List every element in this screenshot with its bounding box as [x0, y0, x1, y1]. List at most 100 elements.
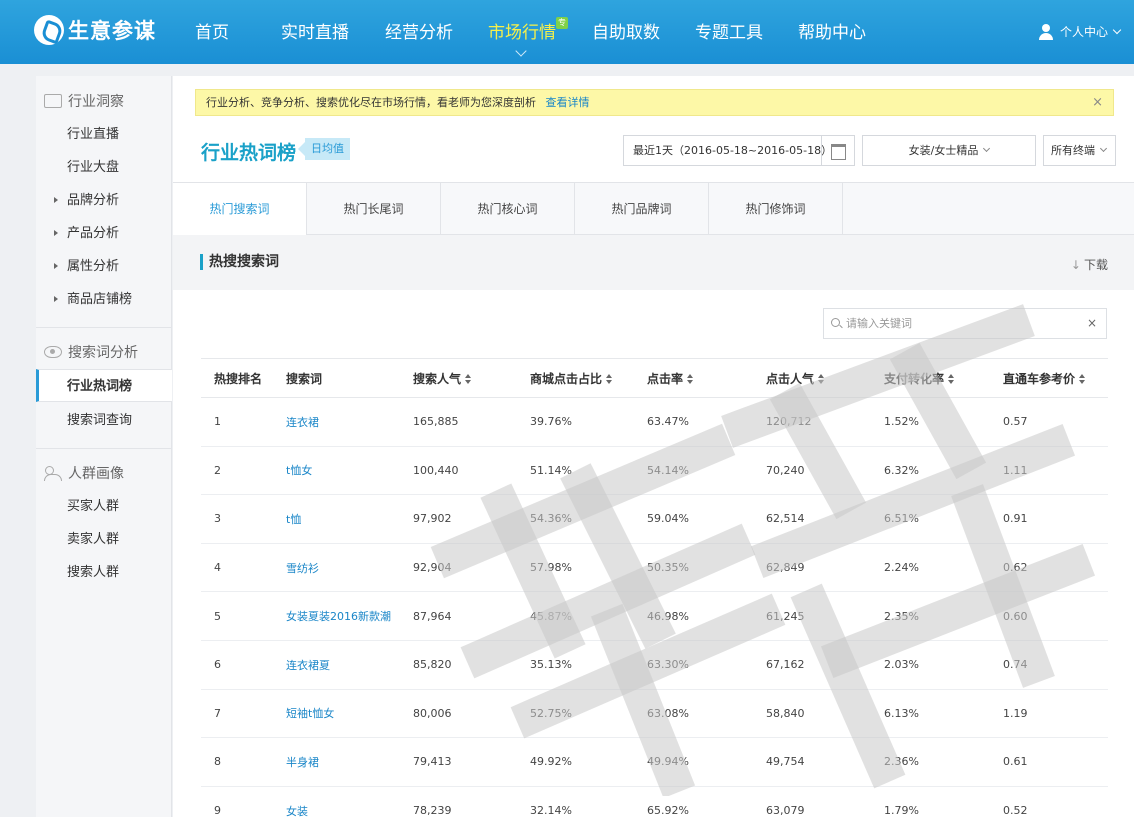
cell-click-rate: 63.30% [647, 640, 766, 690]
cell-ad-price: 0.62 [1003, 543, 1108, 593]
sidebar-item-industry-live[interactable]: 行业直播 [36, 118, 172, 151]
tab-hot-search[interactable]: 热门搜索词 [173, 183, 307, 236]
sidebar-item-product-analysis[interactable]: 产品分析 [36, 217, 172, 250]
terminal-value: 所有终端 [1051, 144, 1095, 157]
nav-item-self-service[interactable]: 自助取数 [592, 0, 660, 64]
tab-core-words[interactable]: 热门核心词 [441, 183, 575, 235]
terminal-select[interactable]: 所有终端 [1043, 135, 1116, 166]
nav-item-market[interactable]: 市场行情 专 [488, 0, 568, 64]
cell-ad-price: 1.11 [1003, 446, 1108, 496]
cell-rank: 1 [201, 397, 286, 447]
cell-conversion-rate: 6.51% [884, 494, 1003, 544]
cell-ad-price: 0.52 [1003, 786, 1108, 817]
sidebar-item-brand-analysis[interactable]: 品牌分析 [36, 184, 172, 217]
cell-keyword[interactable]: 短袖t恤女 [286, 689, 413, 739]
category-select[interactable]: 女装/女士精品 [862, 135, 1036, 166]
cell-rank: 6 [201, 640, 286, 690]
chevron-down-icon [983, 144, 991, 153]
brand-name: 生意参谋 [68, 19, 156, 43]
date-range-text: 最近1天（2016-05-18~2016-05-18） [633, 144, 833, 157]
clear-icon[interactable]: × [1087, 309, 1097, 338]
notice-link[interactable]: 查看详情 [546, 96, 590, 109]
search-icon [831, 318, 840, 327]
col-keyword: 搜索词 [286, 358, 413, 398]
cell-rank: 5 [201, 591, 286, 641]
nav-badge: 专 [556, 17, 568, 29]
calendar-icon[interactable] [821, 136, 854, 165]
cell-rank: 3 [201, 494, 286, 544]
nav-item-tools[interactable]: 专题工具 [695, 0, 763, 64]
cell-keyword[interactable]: 雪纺衫 [286, 543, 413, 593]
sidebar-item-shop-ranking[interactable]: 商品店铺榜 [36, 283, 172, 316]
table-row: 3 t恤 97,902 54.36% 59.04% 62,514 6.51% 0.91 [201, 494, 1108, 544]
sort-icon[interactable] [1079, 374, 1086, 384]
sort-icon[interactable] [948, 374, 955, 384]
sidebar: 行业洞察 行业直播 行业大盘 品牌分析 产品分析 属性分析 商品店铺榜 搜索词分… [36, 76, 172, 817]
nav-item-operations[interactable]: 经营分析 [385, 0, 453, 64]
col-conversion-rate[interactable]: 支付转化率 [884, 358, 1003, 398]
search-input[interactable]: 请输入关键词 × [823, 308, 1107, 339]
cell-click-rate: 63.08% [647, 689, 766, 739]
nav-item-help[interactable]: 帮助中心 [798, 0, 866, 64]
col-search-popularity[interactable]: 搜索人气 [413, 358, 530, 398]
col-click-rate[interactable]: 点击率 [647, 358, 766, 398]
cell-click-popularity: 49,754 [766, 737, 884, 787]
cell-conversion-rate: 2.24% [884, 543, 1003, 593]
sidebar-item-attribute-analysis[interactable]: 属性分析 [36, 250, 172, 283]
cell-keyword[interactable]: 女装夏装2016新款潮 [286, 591, 413, 641]
sidebar-item-hot-words[interactable]: 行业热词榜 [36, 369, 172, 402]
sidebar-group-search: 搜索词分析 [36, 335, 172, 369]
cell-conversion-rate: 6.32% [884, 446, 1003, 496]
cell-keyword[interactable]: 女装 [286, 786, 413, 817]
tab-modifier-words[interactable]: 热门修饰词 [709, 183, 843, 235]
sort-icon[interactable] [465, 374, 472, 384]
main-content: 行业分析、竞争分析、搜索优化尽在市场行情，看老师为您深度剖析 查看详情 × 行业… [173, 76, 1134, 817]
table-row: 2 t恤女 100,440 51.14% 54.14% 70,240 6.32% 1.11 [201, 446, 1108, 496]
sidebar-group-label: 人群画像 [68, 466, 124, 482]
cell-search-popularity: 85,820 [413, 640, 530, 690]
nav-item-realtime[interactable]: 实时直播 [281, 0, 349, 64]
sort-icon[interactable] [606, 374, 613, 384]
sidebar-item-sellers[interactable]: 卖家人群 [36, 523, 172, 556]
cell-keyword[interactable]: 连衣裙夏 [286, 640, 413, 690]
sidebar-item-industry-overview[interactable]: 行业大盘 [36, 151, 172, 184]
table-row: 9 女装 78,239 32.14% 65.92% 63,079 1.79% 0.52 [201, 786, 1108, 817]
col-ad-price[interactable]: 直通车参考价 [1003, 358, 1108, 398]
cell-ad-price: 0.57 [1003, 397, 1108, 447]
cell-keyword[interactable]: 连衣裙 [286, 397, 413, 447]
sidebar-divider [36, 448, 172, 449]
tab-brand-words[interactable]: 热门品牌词 [575, 183, 709, 235]
sidebar-item-searchers[interactable]: 搜索人群 [36, 556, 172, 589]
cell-click-popularity: 61,245 [766, 591, 884, 641]
sort-icon[interactable] [687, 374, 694, 384]
col-label: 支付转化率 [884, 371, 945, 386]
section-title: 热搜搜索词 [200, 254, 279, 270]
cell-rank: 4 [201, 543, 286, 593]
sidebar-item-buyers[interactable]: 买家人群 [36, 490, 172, 523]
cell-search-popularity: 87,964 [413, 591, 530, 641]
cell-mall-click-ratio: 52.75% [530, 689, 647, 739]
date-range-picker[interactable]: 最近1天（2016-05-18~2016-05-18） [623, 135, 855, 166]
sidebar-item-search-query[interactable]: 搜索词查询 [36, 404, 172, 437]
sort-icon[interactable] [818, 374, 825, 384]
search-placeholder: 请输入关键词 [846, 317, 912, 330]
page-title: 行业热词榜 [201, 142, 297, 164]
cell-keyword[interactable]: t恤女 [286, 446, 413, 496]
notice-bar: 行业分析、竞争分析、搜索优化尽在市场行情，看老师为您深度剖析 查看详情 × [195, 89, 1114, 116]
cell-keyword[interactable]: t恤 [286, 494, 413, 544]
cell-mall-click-ratio: 45.87% [530, 591, 647, 641]
download-button[interactable]: 下载 [1071, 256, 1108, 273]
user-menu[interactable]: 个人中心 [1038, 0, 1122, 64]
nav-item-home[interactable]: 首页 [195, 0, 229, 64]
col-mall-click-ratio[interactable]: 商城点击占比 [530, 358, 647, 398]
col-click-popularity[interactable]: 点击人气 [766, 358, 884, 398]
cell-search-popularity: 92,904 [413, 543, 530, 593]
cell-click-rate: 50.35% [647, 543, 766, 593]
logo[interactable]: 生意参谋 [34, 14, 156, 46]
close-icon[interactable]: × [1092, 90, 1103, 115]
cell-search-popularity: 78,239 [413, 786, 530, 817]
eye-icon [44, 346, 62, 358]
tab-long-tail[interactable]: 热门长尾词 [307, 183, 441, 235]
cell-keyword[interactable]: 半身裙 [286, 737, 413, 787]
cell-conversion-rate: 2.03% [884, 640, 1003, 690]
